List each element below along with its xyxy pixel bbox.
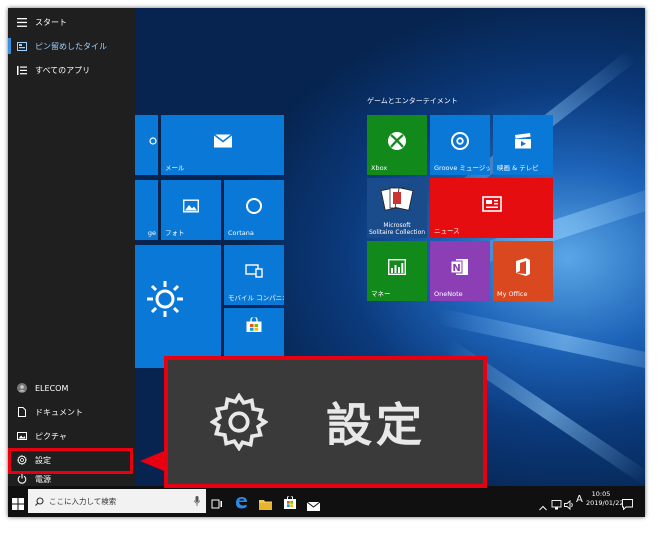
power-icon [17,474,27,484]
tile-label: ge [147,229,156,237]
onenote-icon: N [450,257,470,279]
tile-mobile-companion[interactable]: モバイル コンパニオン [224,245,284,305]
clock-time: 10:05 [591,490,611,498]
start-menu-expand[interactable]: スタート [8,10,135,34]
sidebar-item-user[interactable]: ELECOM [8,376,135,400]
xbox-icon [387,131,407,153]
tile-partial-top[interactable] [135,115,158,175]
sidebar-item-label: ピン留めしたタイル [35,41,107,51]
callout-settings-label: 設定 [326,398,426,452]
music-disc-icon [450,131,470,153]
start-menu-sidebar: スタート ピン留めしたタイル すべてのアプリ ELECOM ドキュメント ピクチ… [8,8,135,486]
microphone-icon[interactable] [194,496,200,506]
newspaper-icon [481,196,502,214]
tile-label: フォト [165,229,185,237]
sidebar-item-documents[interactable]: ドキュメント [8,400,135,424]
taskbar-search-box[interactable]: ここに入力して検索 [28,489,206,513]
tile-groove-music[interactable]: Groove ミュージック [430,115,490,175]
sidebar-item-all-apps[interactable]: すべてのアプリ [8,58,135,82]
tile-label: Groove ミュージック [434,164,490,172]
office-icon [514,257,532,279]
devices-icon [245,264,263,280]
sun-icon [145,279,185,321]
sidebar-item-label: ピクチャ [35,431,67,441]
tile-label: マネー [371,290,391,298]
sidebar-item-label: すべてのアプリ [35,65,91,75]
cortana-icon [245,197,263,217]
tile-label: Xbox [371,164,388,172]
sidebar-item-pictures[interactable]: ピクチャ [8,424,135,448]
tile-xbox[interactable]: Xbox [367,115,427,175]
tile-group-title: ゲームとエンターテイメント [367,97,458,105]
tile-label: ニュース [434,227,460,235]
tile-mail[interactable]: メール [161,115,284,175]
clock-date: 2019/01/22 [586,499,624,507]
network-icon[interactable] [551,495,562,514]
sidebar-item-label: ドキュメント [35,407,83,417]
tile-label: メール [165,164,185,172]
tile-label: OneNote [434,290,463,298]
clock[interactable]: 10:05 2019/01/22 [586,490,624,508]
hamburger-icon [17,17,27,27]
store-taskbar-icon[interactable] [284,494,296,513]
tile-label: Microsoft Solitaire Collection [368,222,426,236]
chart-icon [387,258,407,277]
tile-label: 映画 & テレビ [497,164,539,172]
tile-label: モバイル コンパニオン [228,294,284,302]
tile-movies-tv[interactable]: 映画 & テレビ [493,115,553,175]
user-avatar-icon [17,383,27,393]
document-icon [17,407,27,417]
tile-glyph-icon [149,137,157,147]
tile-label: My Office [497,290,528,298]
sidebar-item-label: ELECOM [35,383,69,393]
gear-icon [210,393,268,451]
action-center-icon[interactable] [622,495,633,514]
mail-icon [213,133,232,150]
tile-weather[interactable] [135,245,221,368]
tile-my-office[interactable]: My Office [493,241,553,301]
start-menu-header-label: スタート [35,17,67,27]
tiles-icon [17,41,27,51]
playing-cards-icon [380,186,414,214]
search-icon [35,496,44,506]
tile-label: Cortana [228,229,254,237]
photo-icon [182,199,200,215]
tile-photos[interactable]: フォト [161,180,221,240]
clapperboard-icon [514,133,532,151]
task-view-icon[interactable] [211,495,223,514]
picture-icon [17,431,27,441]
sidebar-item-pinned-tiles[interactable]: ピン留めしたタイル [8,34,135,58]
sidebar-item-label: 電源 [35,474,51,484]
tile-cortana[interactable]: Cortana [224,180,284,240]
tile-news[interactable]: ニュース [430,178,553,238]
settings-zoom-callout: 設定 [164,356,487,488]
file-explorer-icon[interactable] [259,495,272,514]
callout-pointer [140,451,164,471]
svg-text:N: N [452,263,460,274]
volume-icon[interactable] [564,495,574,514]
search-placeholder: ここに入力して検索 [49,496,117,506]
callout-content: 設定 [168,360,483,484]
sidebar-item-power[interactable]: 電源 [8,472,135,486]
tile-solitaire[interactable]: Microsoft Solitaire Collection [367,178,427,238]
ime-indicator[interactable]: A [576,494,583,505]
list-icon [17,65,27,75]
tile-money[interactable]: マネー [367,241,427,301]
windows-start-icon[interactable] [12,495,24,514]
taskbar: ここに入力して検索 A 10:05 2019/01/22 [8,486,645,517]
settings-highlight-box [8,448,133,474]
tile-onenote[interactable]: N OneNote [430,241,490,301]
tile-partial-ge[interactable]: ge [135,180,158,240]
edge-browser-icon[interactable] [235,494,248,513]
chevron-up-icon[interactable] [539,496,547,515]
store-icon [246,316,262,335]
mail-taskbar-icon[interactable] [306,496,321,515]
